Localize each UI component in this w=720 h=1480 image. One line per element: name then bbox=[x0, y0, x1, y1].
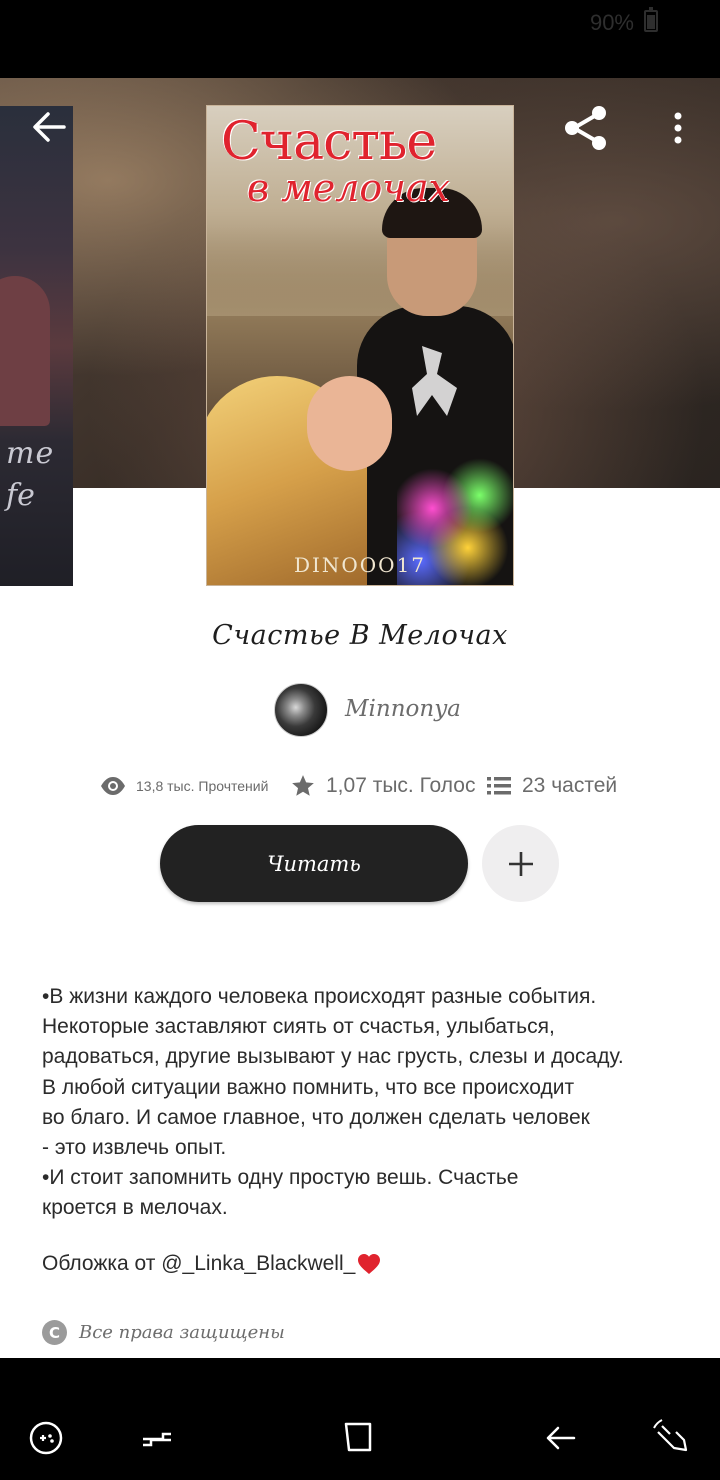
story-description: •В жизни каждого человека происходят раз… bbox=[42, 982, 682, 1224]
add-to-library-button[interactable] bbox=[482, 825, 559, 902]
reads-count: 13,8 тыс. Прочтений bbox=[136, 778, 269, 794]
eye-icon bbox=[101, 777, 125, 795]
list-icon bbox=[487, 777, 511, 795]
system-navigation-bar bbox=[0, 1358, 720, 1480]
cover-baby bbox=[307, 376, 392, 471]
parts-stat[interactable]: 23 частей bbox=[486, 768, 617, 804]
book-title: Счастье В Мелочах bbox=[212, 620, 508, 651]
votes-stat: 1,07 тыс. Голос bbox=[290, 768, 475, 804]
description-line: •В жизни каждого человека происходят раз… bbox=[42, 985, 597, 1008]
description-line: •И стоит запомнить одну простую вешь. Сч… bbox=[42, 1166, 519, 1190]
parts-count: 23 частей bbox=[522, 774, 618, 797]
battery-percentage: 90% bbox=[589, 10, 634, 35]
author-avatar[interactable] bbox=[274, 683, 328, 737]
description-line: Некоторые заставляют сиять от счастья, у… bbox=[42, 1015, 555, 1039]
back-arrow-icon[interactable] bbox=[22, 102, 74, 154]
cover-title-line1: Счастье bbox=[221, 112, 437, 172]
story-details-screen: me fe Счастье в мелочах DINOOO17 Счастье… bbox=[0, 78, 720, 1358]
author-row[interactable]: Minnonya bbox=[0, 683, 720, 739]
cover-credit-text: Обложка от @_Linka_Blackwell_ bbox=[42, 1252, 356, 1275]
touch-gesture-icon[interactable] bbox=[652, 1418, 692, 1458]
battery-icon bbox=[644, 7, 658, 32]
side-cover-text: me bbox=[6, 436, 55, 471]
heart-icon bbox=[358, 1254, 381, 1274]
home-button-icon[interactable] bbox=[338, 1418, 378, 1458]
more-options-icon[interactable] bbox=[660, 102, 696, 154]
reads-stat: 13,8 тыс. Прочтений bbox=[100, 768, 268, 804]
system-back-icon[interactable] bbox=[540, 1418, 580, 1458]
cover-author: DINOOO17 bbox=[293, 553, 427, 577]
story-stats: 13,8 тыс. Прочтений 1,07 тыс. Голос 23 ч… bbox=[0, 768, 720, 804]
description-line: - это извлечь опыт. bbox=[42, 1136, 227, 1160]
description-line: во благо. И самое главное, что должен сд… bbox=[42, 1105, 590, 1129]
cover-credit: Обложка от @_Linka_Blackwell_ bbox=[42, 1252, 381, 1276]
cover-figure bbox=[0, 276, 50, 426]
copyright-text: Все права защищены bbox=[79, 1322, 285, 1343]
previous-book-cover[interactable]: me fe bbox=[0, 106, 73, 586]
description-line: В любой ситуации важно помнить, что все … bbox=[42, 1075, 575, 1099]
side-cover-text: fe bbox=[6, 478, 35, 513]
plus-icon bbox=[508, 851, 533, 876]
description-line: кроется в мелочах. bbox=[42, 1196, 228, 1220]
star-icon bbox=[292, 775, 314, 796]
share-icon[interactable] bbox=[560, 102, 612, 154]
description-line: радоваться, другие вызывают у нас грусть… bbox=[42, 1045, 624, 1069]
recent-apps-icon[interactable] bbox=[137, 1418, 177, 1458]
votes-count: 1,07 тыс. Голос bbox=[326, 774, 476, 797]
book-cover[interactable]: Счастье в мелочах DINOOO17 bbox=[206, 105, 514, 586]
cover-title-line2: в мелочах bbox=[247, 166, 450, 210]
game-launcher-icon[interactable] bbox=[26, 1418, 66, 1458]
author-name[interactable]: Minnonya bbox=[345, 696, 461, 722]
status-bar: 90% bbox=[0, 0, 720, 78]
copyright-row: C Все права защищены bbox=[42, 1320, 285, 1345]
copyright-icon: C bbox=[42, 1320, 67, 1345]
read-button[interactable]: Читать bbox=[160, 825, 468, 902]
